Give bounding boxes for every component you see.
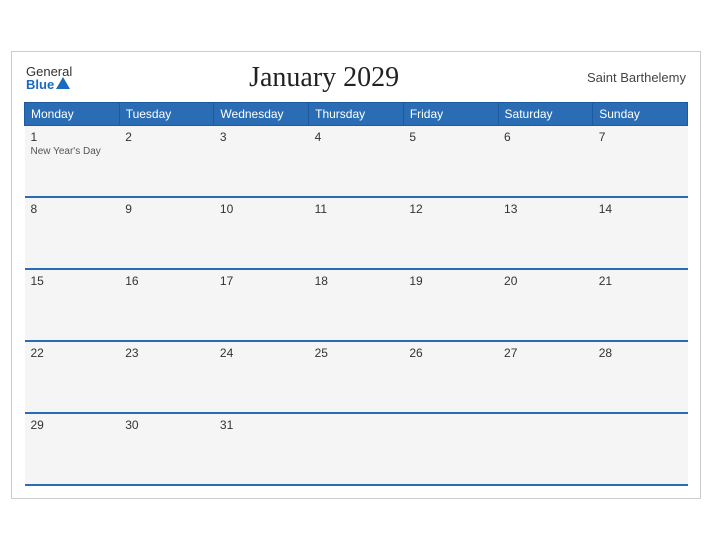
calendar-cell: 18 [309,269,404,341]
logo-general-text: General [26,65,72,78]
week-row-4: 22 23 24 25 26 27 28 [25,341,688,413]
calendar-cell: 27 [498,341,593,413]
calendar-cell [403,413,498,485]
day-number: 13 [504,202,587,216]
calendar-cell: 1 New Year's Day [25,125,120,197]
calendar-cell: 15 [25,269,120,341]
day-number: 23 [125,346,208,360]
logo: General Blue [26,65,72,91]
event-label: New Year's Day [31,146,114,157]
day-number: 10 [220,202,303,216]
calendar-cell: 30 [119,413,214,485]
day-number: 31 [220,418,303,432]
day-number: 16 [125,274,208,288]
day-header-saturday: Saturday [498,102,593,125]
calendar-header: General Blue January 2029 Saint Barthele… [24,62,688,94]
calendar-cell: 8 [25,197,120,269]
calendar-cell: 23 [119,341,214,413]
week-row-2: 89 10 11 12 13 14 [25,197,688,269]
calendar-cell: 4 [309,125,404,197]
day-number: 1 [31,130,114,144]
region-label: Saint Barthelemy [576,70,686,85]
day-number: 2 [125,130,208,144]
calendar-cell: 13 [498,197,593,269]
day-number: 25 [315,346,398,360]
month-title: January 2029 [72,62,576,94]
day-number: 28 [599,346,682,360]
calendar-cell: 25 [309,341,404,413]
calendar-cell: 24 [214,341,309,413]
day-header-friday: Friday [403,102,498,125]
week-row-5: 29 30 31 [25,413,688,485]
day-number: 11 [315,202,398,216]
week-row-3: 15 16 17 18 19 20 21 [25,269,688,341]
calendar-cell: 20 [498,269,593,341]
calendar-cell: 5 [403,125,498,197]
week-row-1: 1 New Year's Day 234567 [25,125,688,197]
calendar-cell: 29 [25,413,120,485]
calendar-cell: 28 [593,341,688,413]
calendar-cell: 7 [593,125,688,197]
day-number: 4 [315,130,398,144]
calendar-cell: 3 [214,125,309,197]
calendar-cell: 11 [309,197,404,269]
day-number: 9 [125,202,208,216]
logo-triangle-icon [56,77,70,89]
day-number: 24 [220,346,303,360]
day-number: 17 [220,274,303,288]
calendar-container: General Blue January 2029 Saint Barthele… [11,51,701,500]
day-number: 7 [599,130,682,144]
day-header-thursday: Thursday [309,102,404,125]
calendar-cell [309,413,404,485]
calendar-cell: 10 [214,197,309,269]
day-number: 18 [315,274,398,288]
day-number: 20 [504,274,587,288]
day-header-wednesday: Wednesday [214,102,309,125]
calendar-cell: 2 [119,125,214,197]
calendar-cell: 12 [403,197,498,269]
calendar-cell: 9 [119,197,214,269]
day-number: 30 [125,418,208,432]
calendar-cell: 21 [593,269,688,341]
calendar-cell: 14 [593,197,688,269]
calendar-grid: MondayTuesdayWednesdayThursdayFridaySatu… [24,102,688,487]
day-number: 27 [504,346,587,360]
day-number: 5 [409,130,492,144]
day-number: 26 [409,346,492,360]
calendar-cell: 17 [214,269,309,341]
calendar-cell: 19 [403,269,498,341]
calendar-cell: 6 [498,125,593,197]
day-number: 15 [31,274,114,288]
day-number: 8 [31,202,114,216]
day-number: 3 [220,130,303,144]
day-number: 6 [504,130,587,144]
day-number: 22 [31,346,114,360]
day-number: 19 [409,274,492,288]
calendar-cell [593,413,688,485]
calendar-cell [498,413,593,485]
calendar-cell: 16 [119,269,214,341]
calendar-cell: 31 [214,413,309,485]
day-number: 14 [599,202,682,216]
day-header-sunday: Sunday [593,102,688,125]
day-number: 12 [409,202,492,216]
calendar-cell: 22 [25,341,120,413]
calendar-cell: 26 [403,341,498,413]
days-header-row: MondayTuesdayWednesdayThursdayFridaySatu… [25,102,688,125]
day-header-tuesday: Tuesday [119,102,214,125]
day-number: 29 [31,418,114,432]
day-header-monday: Monday [25,102,120,125]
day-number: 21 [599,274,682,288]
logo-blue-text: Blue [26,78,72,91]
